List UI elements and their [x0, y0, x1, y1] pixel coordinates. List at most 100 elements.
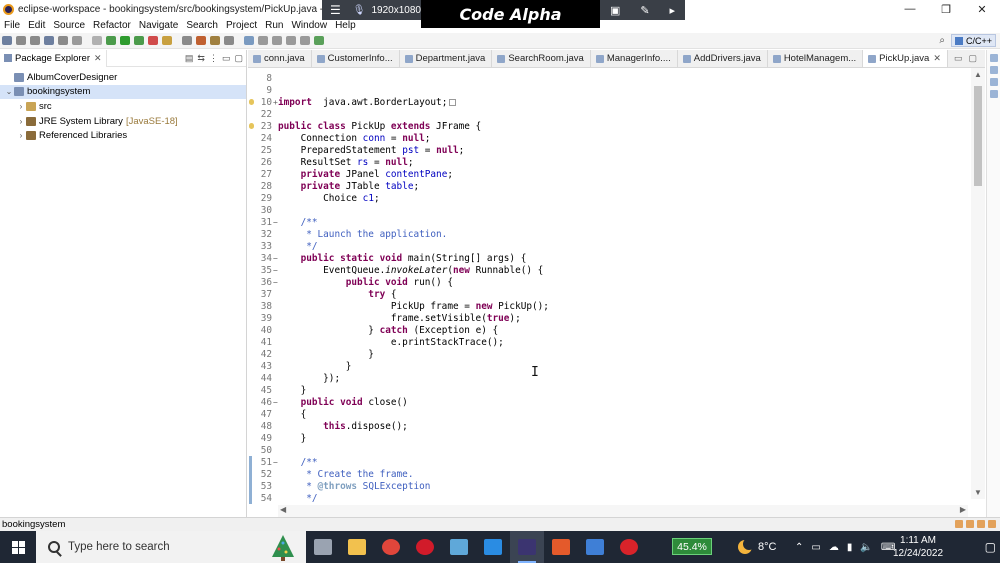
- tree-item[interactable]: › src: [0, 99, 246, 114]
- scroll-right-icon[interactable]: ▶: [960, 505, 966, 514]
- toolbar-button-icon[interactable]: [106, 36, 116, 45]
- fold-toggle-icon[interactable]: −: [273, 266, 279, 275]
- maximize-view-icon[interactable]: ▢: [234, 53, 243, 64]
- camera-icon[interactable]: ▣: [610, 4, 620, 17]
- close-view-icon[interactable]: ✕: [94, 53, 102, 64]
- notification-icon[interactable]: ▢: [985, 540, 996, 554]
- menu-window[interactable]: Window: [287, 20, 331, 31]
- menu-navigate[interactable]: Navigate: [135, 20, 182, 31]
- maximize-editor-icon[interactable]: ▢: [968, 53, 977, 64]
- minimize-button[interactable]: —: [892, 0, 928, 18]
- task-list-icon[interactable]: [989, 66, 998, 74]
- quick-fix-icon[interactable]: [249, 123, 254, 129]
- menu-run[interactable]: Run: [261, 20, 287, 31]
- collapse-all-icon[interactable]: ▤: [185, 53, 194, 64]
- tree-item[interactable]: AlbumCoverDesigner: [0, 70, 246, 85]
- taskbar-app-file-explorer[interactable]: [340, 531, 374, 563]
- expand-arrow-icon[interactable]: ⌄: [4, 87, 14, 96]
- toolbar-button-icon[interactable]: [2, 36, 12, 45]
- toolbar-button-icon[interactable]: [196, 36, 206, 45]
- taskbar-app-office[interactable]: [544, 531, 578, 563]
- view-menu-icon[interactable]: ⋮: [209, 53, 218, 64]
- start-button[interactable]: [0, 531, 36, 563]
- toolbar-button-icon[interactable]: [244, 36, 254, 45]
- fold-toggle-icon[interactable]: −: [273, 278, 279, 287]
- taskbar-app-recorder[interactable]: [612, 531, 646, 563]
- editor-tab[interactable]: PickUp.java ✕: [863, 50, 948, 67]
- fold-toggle-icon[interactable]: +: [273, 98, 279, 107]
- pen-icon[interactable]: ✎: [640, 4, 649, 17]
- microphone-icon[interactable]: 🎙: [353, 5, 366, 16]
- tree-item[interactable]: › Referenced Libraries: [0, 128, 246, 143]
- weather-widget[interactable]: 8°C: [738, 531, 776, 563]
- toolbar-button-icon[interactable]: [134, 36, 144, 45]
- status-icon-1[interactable]: [955, 520, 963, 528]
- network-icon[interactable]: ▭: [811, 542, 820, 553]
- toolbar-button-icon[interactable]: [58, 36, 68, 45]
- toolbar-button-icon[interactable]: [72, 36, 82, 45]
- menu-edit[interactable]: Edit: [24, 20, 49, 31]
- scroll-up-icon[interactable]: ▲: [973, 70, 983, 79]
- toolbar-button-icon[interactable]: [92, 36, 102, 45]
- search-icon[interactable]: ⌕: [939, 35, 945, 46]
- toolbar-button-icon[interactable]: [258, 36, 268, 45]
- vertical-scrollbar[interactable]: ▲ ▼: [971, 68, 985, 499]
- editor-tab[interactable]: Department.java: [400, 50, 493, 67]
- toolbar-button-icon[interactable]: [182, 36, 192, 45]
- menu-icon[interactable]: ☰: [330, 3, 341, 17]
- toolbar-button-icon[interactable]: [300, 36, 310, 45]
- battery-indicator[interactable]: 45.4%: [672, 538, 712, 555]
- toolbar-button-icon[interactable]: [44, 36, 54, 45]
- close-button[interactable]: ✕: [964, 0, 1000, 18]
- pin-icon[interactable]: ▸: [669, 4, 675, 17]
- editor-tab[interactable]: CustomerInfo...: [312, 50, 400, 67]
- fold-toggle-icon[interactable]: −: [273, 398, 279, 407]
- maximize-button[interactable]: ❐: [928, 0, 964, 18]
- toolbar-button-icon[interactable]: [148, 36, 158, 45]
- tree-item[interactable]: › JRE System Library [JavaSE-18]: [0, 114, 246, 129]
- quick-fix-icon[interactable]: [249, 99, 254, 105]
- perspective-switcher[interactable]: C/C++: [950, 34, 996, 47]
- fold-toggle-icon[interactable]: −: [273, 458, 279, 467]
- scroll-down-icon[interactable]: ▼: [973, 488, 983, 497]
- taskbar-app-notepad[interactable]: [442, 531, 476, 563]
- menu-project[interactable]: Project: [222, 20, 261, 31]
- toolbar-button-icon[interactable]: [30, 36, 40, 45]
- editor-tab[interactable]: SearchRoom.java: [492, 50, 591, 67]
- toolbar-button-icon[interactable]: [286, 36, 296, 45]
- editor-tab[interactable]: HotelManagem...: [768, 50, 864, 67]
- toolbar-button-icon[interactable]: [120, 36, 130, 45]
- chevron-up-icon[interactable]: ⌃: [795, 542, 803, 553]
- package-explorer-tab[interactable]: Package Explorer ✕: [0, 49, 107, 67]
- tree-item[interactable]: ⌄ bookingsystem: [0, 84, 246, 100]
- scroll-left-icon[interactable]: ◀: [280, 505, 286, 514]
- editor-tab[interactable]: ManagerInfo....: [591, 50, 678, 67]
- menu-help[interactable]: Help: [331, 20, 360, 31]
- editor-tab[interactable]: conn.java: [248, 50, 312, 67]
- toolbar-button-icon[interactable]: [272, 36, 282, 45]
- menu-source[interactable]: Source: [49, 20, 89, 31]
- toolbar-button-icon[interactable]: [224, 36, 234, 45]
- expand-arrow-icon[interactable]: ›: [16, 117, 26, 126]
- console-icon[interactable]: [989, 90, 998, 98]
- taskbar-search-box[interactable]: Type here to search: [36, 531, 306, 563]
- expand-arrow-icon[interactable]: ›: [16, 102, 26, 111]
- status-icon-2[interactable]: [966, 520, 974, 528]
- status-icon-3[interactable]: [977, 520, 985, 528]
- link-editor-icon[interactable]: ⇆: [197, 53, 205, 64]
- speaker-icon[interactable]: 🔈: [860, 542, 872, 553]
- minimize-editor-icon[interactable]: ▭: [954, 53, 963, 64]
- toolbar-button-icon[interactable]: [16, 36, 26, 45]
- system-clock[interactable]: 1:11 AM 12/24/2022: [890, 534, 946, 560]
- battery-icon[interactable]: ▮: [847, 542, 853, 553]
- outline-icon[interactable]: [989, 54, 998, 62]
- toolbar-button-icon[interactable]: [210, 36, 220, 45]
- status-icon-4[interactable]: [988, 520, 996, 528]
- editor-tab[interactable]: AddDrivers.java: [678, 50, 768, 67]
- expand-arrow-icon[interactable]: ›: [16, 131, 26, 140]
- menu-file[interactable]: File: [0, 20, 24, 31]
- toolbar-button-icon[interactable]: [162, 36, 172, 45]
- fold-toggle-icon[interactable]: −: [273, 218, 279, 227]
- menu-refactor[interactable]: Refactor: [89, 20, 135, 31]
- folded-region-icon[interactable]: [449, 98, 457, 106]
